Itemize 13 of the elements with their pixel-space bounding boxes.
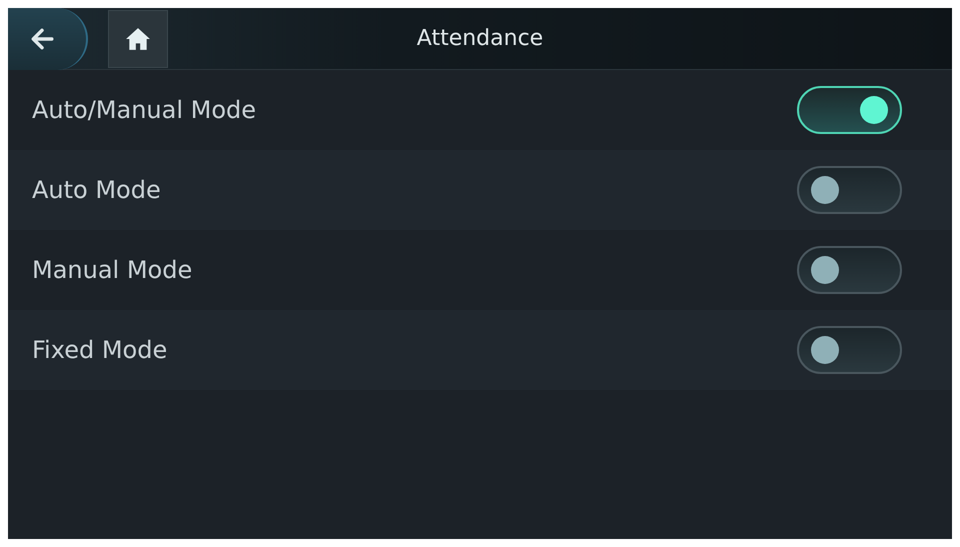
back-button[interactable] <box>8 8 88 70</box>
toggle-switch[interactable] <box>797 246 902 294</box>
setting-label: Fixed Mode <box>32 336 168 364</box>
back-arrow-icon <box>29 26 55 52</box>
screen-title: Attendance <box>416 26 544 51</box>
setting-label: Manual Mode <box>32 256 192 284</box>
home-icon <box>125 26 151 52</box>
toggle-switch[interactable] <box>797 326 902 374</box>
toggle-switch[interactable] <box>797 86 902 134</box>
toggle-switch[interactable] <box>797 166 902 214</box>
setting-label: Auto/Manual Mode <box>32 96 256 124</box>
home-button[interactable] <box>108 10 168 68</box>
setting-label: Auto Mode <box>32 176 161 204</box>
